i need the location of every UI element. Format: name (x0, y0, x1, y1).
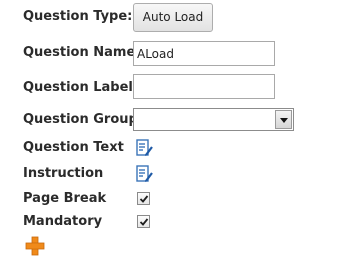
checkmark-icon (139, 218, 149, 226)
question-label-input[interactable] (133, 74, 275, 99)
question-name-label: Question Name (23, 45, 136, 60)
page-break-label: Page Break (23, 191, 107, 206)
edit-text-icon[interactable] (136, 139, 154, 157)
mandatory-checkbox[interactable] (137, 215, 150, 228)
question-group-label: Question Group: (23, 112, 144, 127)
question-type-label: Question Type: (23, 9, 133, 24)
question-text-label: Question Text (23, 140, 124, 155)
question-name-input[interactable] (133, 41, 275, 66)
question-group-select[interactable] (133, 108, 294, 131)
instruction-label: Instruction (23, 166, 104, 181)
page-break-checkbox[interactable] (137, 192, 150, 205)
auto-load-button[interactable]: Auto Load (133, 3, 213, 32)
question-form: Question Type: Auto Load Question Name Q… (0, 0, 342, 260)
mandatory-label: Mandatory (23, 214, 103, 229)
add-icon[interactable] (25, 236, 45, 256)
checkmark-icon (139, 195, 149, 203)
question-label-label: Question Label (23, 80, 133, 95)
edit-instruction-icon[interactable] (136, 165, 154, 183)
chevron-down-icon[interactable] (275, 110, 292, 129)
